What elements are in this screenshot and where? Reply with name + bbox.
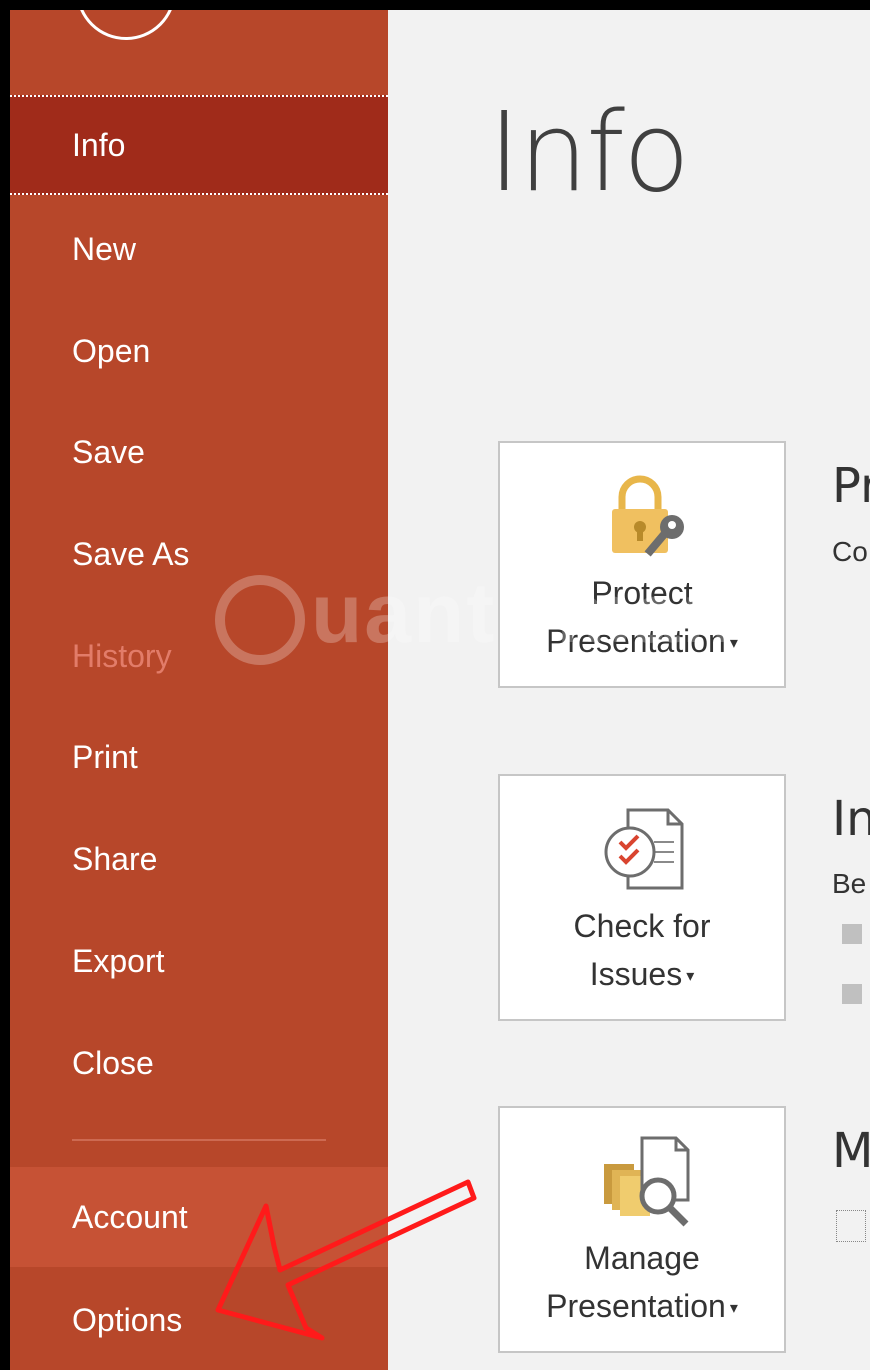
inspect-section-desc: Be: [832, 868, 867, 899]
nav-history: History: [72, 638, 172, 674]
back-arrow-icon[interactable]: [76, 10, 176, 40]
nav-new[interactable]: New: [10, 199, 388, 299]
nav-share[interactable]: Share: [10, 809, 388, 909]
manage-presentation-button[interactable]: Manage Presentation ▾: [498, 1106, 786, 1353]
protect-presentation-button[interactable]: Protect Presentation ▾: [498, 441, 786, 688]
bullet-marker: [842, 984, 862, 1004]
nav-save[interactable]: Save: [10, 402, 388, 502]
info-panel: Info Protect Presentation ▾ Pr Co Check …: [388, 10, 870, 1370]
protect-presentation-label: Protect Presentation ▾: [546, 575, 738, 659]
inspect-section-title: In: [832, 791, 870, 847]
manage-section-title: M: [832, 1123, 870, 1179]
check-for-issues-button[interactable]: Check for Issues ▾: [498, 774, 786, 1021]
backstage-sidebar: Info New Open Save Save As History Print…: [10, 10, 388, 1370]
nav-info[interactable]: Info: [10, 95, 388, 195]
check-for-issues-label: Check for Issues ▾: [573, 908, 711, 992]
manage-docs-icon: [604, 1136, 690, 1227]
nav-save-as[interactable]: Save As: [10, 504, 388, 604]
nav-close[interactable]: Close: [10, 1013, 388, 1113]
document-icon: [836, 1210, 866, 1242]
lock-key-icon: [612, 475, 684, 557]
nav-open[interactable]: Open: [10, 301, 388, 401]
nav-print[interactable]: Print: [10, 707, 388, 807]
nav-account[interactable]: Account: [10, 1167, 388, 1267]
protect-section-title: Pr: [832, 458, 870, 514]
manage-presentation-label: Manage Presentation ▾: [546, 1240, 738, 1324]
nav-export[interactable]: Export: [10, 911, 388, 1011]
nav-options[interactable]: Options: [10, 1270, 388, 1370]
checklist-icon: [604, 808, 684, 890]
protect-section-desc: Co: [832, 536, 868, 567]
backstage-window: Info New Open Save Save As History Print…: [10, 10, 870, 1370]
nav-divider: [72, 1139, 326, 1141]
bullet-marker: [842, 924, 862, 944]
page-title: Info: [488, 88, 690, 216]
